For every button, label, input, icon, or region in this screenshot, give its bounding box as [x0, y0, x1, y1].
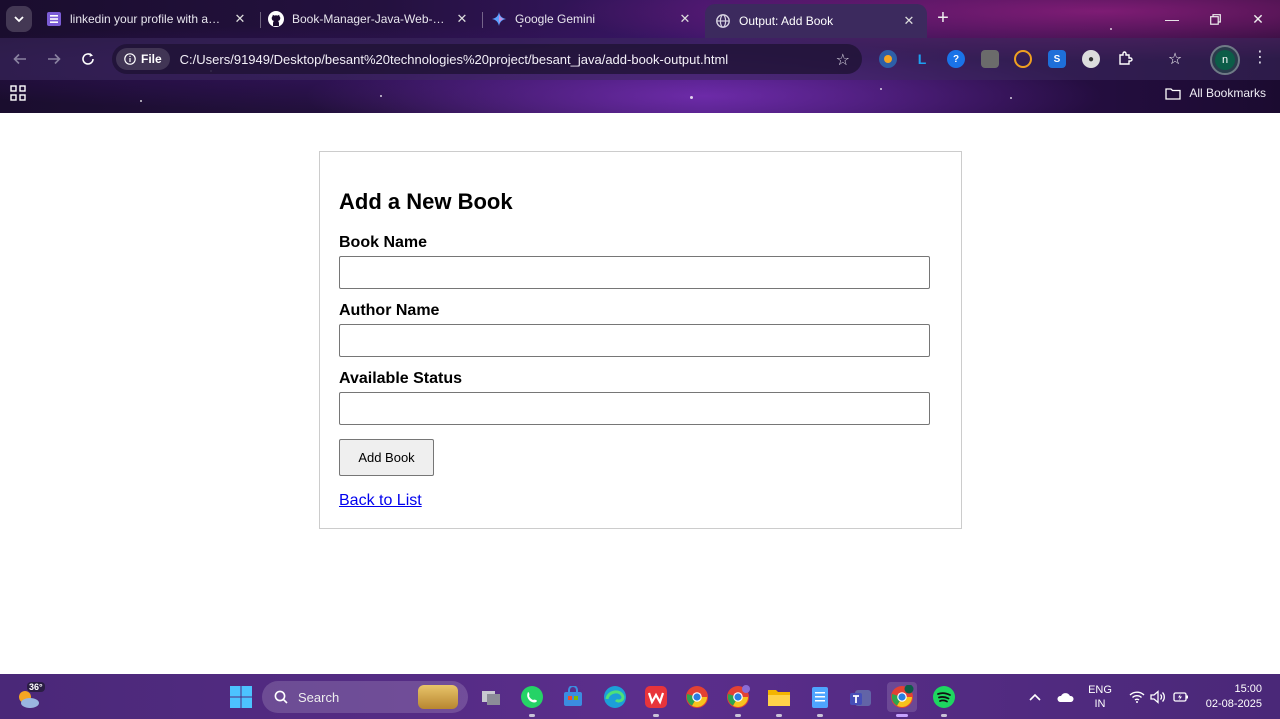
star-decoration: [140, 100, 142, 102]
add-book-button[interactable]: Add Book: [339, 439, 434, 476]
book-name-label: Book Name: [339, 234, 428, 251]
add-book-form-card: Add a New Book Book Name Author Name Ava…: [319, 151, 962, 529]
profile-avatar[interactable]: n: [1210, 45, 1240, 75]
site-info-label: File: [141, 52, 162, 66]
tab-linkedin[interactable]: linkedin your profile with access ✕: [36, 4, 258, 34]
close-icon[interactable]: ✕: [232, 11, 248, 27]
close-icon[interactable]: ✕: [677, 11, 693, 27]
minimize-icon[interactable]: —: [1152, 6, 1192, 32]
extensions-puzzle-icon[interactable]: [1116, 50, 1134, 68]
url-text: C:/Users/91949/Desktop/besant%20technolo…: [179, 51, 729, 67]
author-name-label: Author Name: [339, 302, 440, 319]
clock-date: 02-08-2025: [1205, 698, 1262, 710]
site-info-chip[interactable]: File: [116, 48, 170, 70]
available-status-label: Available Status: [339, 370, 463, 387]
info-icon: [124, 53, 136, 65]
language-code: ENG: [1088, 684, 1112, 696]
extension-round-icon[interactable]: ●: [1082, 50, 1100, 68]
all-bookmarks-button[interactable]: All Bookmarks: [1165, 86, 1266, 100]
back-to-list-link[interactable]: Back to List: [339, 492, 422, 510]
star-decoration: [690, 96, 693, 99]
chevron-down-icon: [14, 16, 24, 23]
globe-icon: [715, 13, 731, 29]
list-icon: [46, 11, 62, 27]
tab-title: Output: Add Book: [739, 14, 834, 28]
new-tab-button[interactable]: +: [932, 8, 954, 30]
system-clock[interactable]: 15:00 02-08-2025: [1196, 682, 1262, 712]
timer-icon[interactable]: [1014, 50, 1032, 68]
extension-shield-icon[interactable]: [879, 50, 897, 68]
chrome-icon[interactable]: [682, 682, 712, 712]
back-arrow-icon[interactable]: [8, 47, 32, 71]
forward-arrow-icon[interactable]: [42, 47, 66, 71]
chrome-profile-icon[interactable]: [723, 682, 753, 717]
browser-chrome: linkedin your profile with access ✕ Book…: [0, 0, 1280, 113]
start-windows-icon[interactable]: [226, 682, 256, 712]
tab-title: Google Gemini: [515, 12, 596, 26]
file-explorer-icon[interactable]: [764, 682, 794, 717]
tab-output-add-book[interactable]: Output: Add Book ✕: [705, 4, 927, 38]
apps-grid-icon[interactable]: [10, 85, 26, 101]
tab-title: Book-Manager-Java-Web-Application: [292, 12, 448, 26]
tab-search-button[interactable]: [6, 6, 32, 32]
window-close-icon[interactable]: ✕: [1238, 6, 1278, 32]
tab-github[interactable]: Book-Manager-Java-Web-Application ✕: [258, 4, 480, 34]
reload-icon[interactable]: [76, 47, 100, 71]
battery-charging-icon[interactable]: [1166, 682, 1196, 712]
reading-list-icon[interactable]: ☆: [1166, 50, 1184, 68]
star-decoration: [880, 88, 882, 90]
github-icon: [268, 11, 284, 27]
folder-icon: [1165, 87, 1181, 100]
chrome-active-icon[interactable]: [887, 682, 917, 717]
profile-initial: n: [1215, 50, 1235, 70]
extension-gray-icon[interactable]: [981, 50, 999, 68]
gemini-icon: [491, 11, 507, 27]
language-indicator[interactable]: ENG IN: [1088, 683, 1112, 711]
edge-browser-icon[interactable]: [600, 682, 630, 712]
windows-taskbar: 36° Search ENG IN 15:00 02-08-2025: [0, 674, 1280, 719]
notepad-icon[interactable]: [805, 682, 835, 717]
book-name-input[interactable]: [339, 256, 930, 289]
star-decoration: [1010, 97, 1012, 99]
weather-temperature: 36°: [27, 682, 45, 692]
microsoft-store-icon[interactable]: [558, 682, 588, 712]
all-bookmarks-label: All Bookmarks: [1189, 86, 1266, 100]
extension-s-icon[interactable]: S: [1048, 50, 1066, 68]
author-name-input[interactable]: [339, 324, 930, 357]
page-title: Add a New Book: [339, 189, 513, 214]
tab-title: linkedin your profile with access: [70, 12, 226, 26]
search-icon: [274, 690, 288, 704]
whatsapp-icon[interactable]: [517, 682, 547, 717]
clock-time: 15:00: [1234, 683, 1262, 695]
bookmark-star-icon[interactable]: ☆: [836, 50, 850, 70]
teams-icon[interactable]: [846, 682, 876, 712]
taskbar-search[interactable]: Search: [262, 681, 468, 713]
chevron-up-icon[interactable]: [1020, 682, 1050, 712]
extension-l-icon[interactable]: L: [913, 50, 931, 68]
spotify-icon[interactable]: [929, 682, 959, 717]
address-bar[interactable]: File C:/Users/91949/Desktop/besant%20tec…: [112, 44, 862, 74]
tab-strip: linkedin your profile with access ✕ Book…: [0, 0, 1280, 38]
menu-kebab-icon[interactable]: ⋮: [1252, 50, 1268, 66]
available-status-input[interactable]: [339, 392, 930, 425]
tab-gemini[interactable]: Google Gemini ✕: [481, 4, 703, 34]
search-highlight-image: [418, 685, 458, 709]
star-decoration: [380, 95, 382, 97]
close-icon[interactable]: ✕: [901, 13, 917, 29]
task-view-icon[interactable]: [476, 682, 506, 712]
weather-widget[interactable]: 36°: [16, 682, 46, 712]
close-icon[interactable]: ✕: [454, 11, 470, 27]
extension-blue-circle-icon[interactable]: ?: [947, 50, 965, 68]
wps-office-icon[interactable]: [641, 682, 671, 717]
language-region: IN: [1094, 698, 1106, 710]
onedrive-cloud-icon[interactable]: [1050, 682, 1080, 712]
search-placeholder: Search: [298, 689, 340, 705]
page-viewport: Add a New Book Book Name Author Name Ava…: [0, 113, 1280, 674]
restore-icon[interactable]: [1195, 6, 1235, 32]
browser-toolbar: File C:/Users/91949/Desktop/besant%20tec…: [0, 38, 1280, 80]
